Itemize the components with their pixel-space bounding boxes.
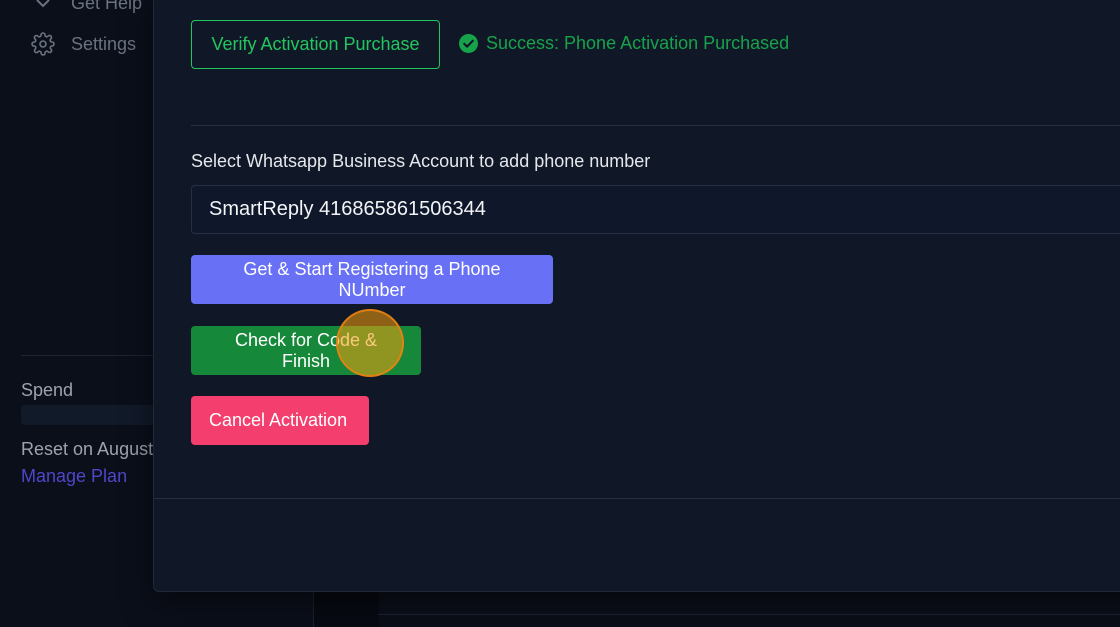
reset-date-text: Reset on August bbox=[21, 439, 154, 459]
manage-plan-link[interactable]: Manage Plan bbox=[21, 466, 127, 487]
section-divider bbox=[191, 125, 1120, 126]
selected-account-value: SmartReply 416865861506344 bbox=[209, 198, 486, 220]
verify-activation-button[interactable]: Verify Activation Purchase bbox=[191, 20, 440, 69]
sidebar-item-get-help[interactable]: Get Help bbox=[31, 0, 142, 15]
sidebar-item-settings[interactable]: Settings bbox=[31, 32, 136, 56]
cancel-activation-button[interactable]: Cancel Activation bbox=[191, 396, 369, 445]
gear-icon bbox=[31, 32, 55, 56]
account-select-label: Select Whatsapp Business Account to add … bbox=[191, 151, 651, 171]
chevron-down-icon bbox=[36, 0, 50, 8]
business-account-select[interactable]: SmartReply 416865861506344 bbox=[191, 185, 1120, 234]
check-circle-icon bbox=[459, 34, 478, 53]
register-phone-button[interactable]: Get & Start Registering a Phone NUmber bbox=[191, 255, 553, 304]
phone-activation-modal: Verify Activation Purchase Success: Phon… bbox=[153, 0, 1120, 592]
background-divider bbox=[378, 614, 1120, 615]
sidebar-item-label: Get Help bbox=[71, 0, 143, 13]
success-message: Success: Phone Activation Purchased bbox=[486, 33, 790, 53]
spend-label: Spend bbox=[21, 380, 74, 400]
sidebar-item-label: Settings bbox=[71, 33, 137, 54]
click-indicator bbox=[336, 309, 404, 377]
success-status: Success: Phone Activation Purchased bbox=[459, 33, 789, 54]
background-panel bbox=[313, 590, 379, 627]
footer-divider bbox=[154, 498, 1120, 499]
